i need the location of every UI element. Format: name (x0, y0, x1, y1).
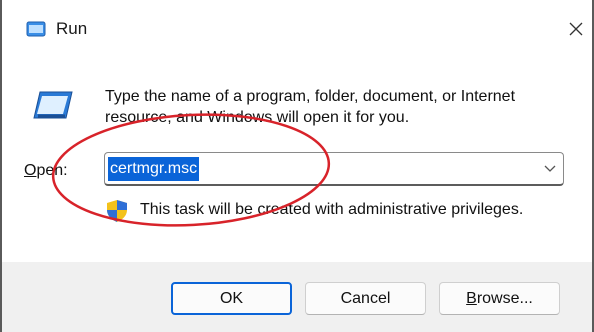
run-app-icon (26, 21, 46, 37)
button-bar: OK Cancel Browse... (2, 262, 592, 332)
title-bar: Run (2, 0, 592, 58)
ok-button[interactable]: OK (171, 282, 292, 315)
window-title: Run (56, 19, 88, 38)
chevron-down-icon[interactable] (543, 163, 557, 175)
admin-privileges-note: This task will be created with administr… (140, 201, 524, 218)
open-label-text: pen: (36, 162, 68, 179)
open-combobox[interactable]: certmgr.msc (104, 152, 564, 186)
open-label-accesskey: O (24, 162, 37, 179)
uac-shield-icon (107, 200, 127, 222)
browse-label: rowse... (476, 289, 533, 307)
dialog-description: Type the name of a program, folder, docu… (105, 88, 516, 126)
close-button[interactable] (560, 12, 592, 46)
dialog-body: Type the name of a program, folder, docu… (2, 58, 592, 262)
run-program-icon (33, 91, 73, 119)
cancel-button[interactable]: Cancel (305, 282, 426, 315)
browse-button[interactable]: Browse... (439, 282, 560, 315)
open-input[interactable]: certmgr.msc (108, 157, 200, 181)
run-dialog: Run Type the name of a program, folder, … (0, 0, 594, 332)
browse-accesskey: B (466, 289, 477, 307)
open-label: Open: (24, 162, 68, 180)
close-icon (569, 22, 583, 36)
